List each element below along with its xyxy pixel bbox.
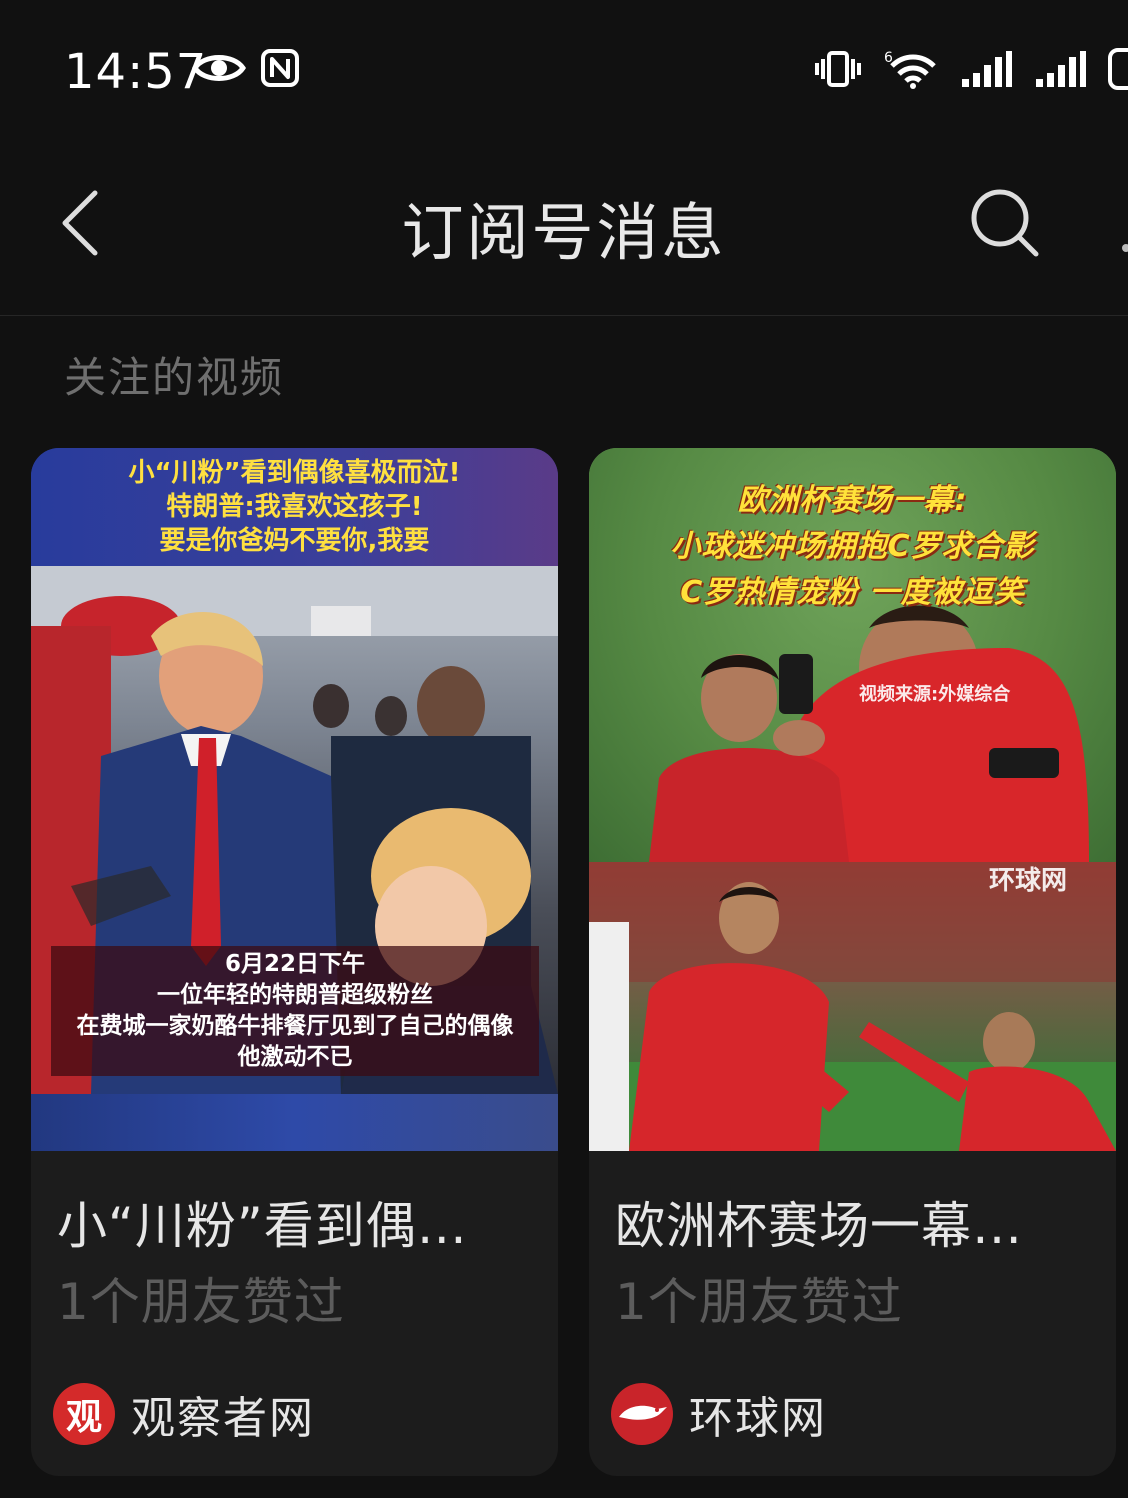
- thumbnail-banner: 欧洲杯赛场一幕: 小球迷冲场拥抱C罗求合影 C罗热情宠粉 一度被逗笑: [589, 478, 1116, 616]
- video-title[interactable]: 小“川粉”看到偶…: [57, 1186, 468, 1258]
- source-avatar: [611, 1383, 673, 1445]
- search-icon: [968, 186, 1042, 264]
- thumbnail-banner-line: 要是你爸妈不要你,我要: [159, 526, 430, 556]
- nav-bar: 订阅号消息: [0, 140, 1128, 316]
- eye-icon: [192, 48, 246, 92]
- battery-icon: [1108, 48, 1128, 94]
- thumbnail-watermark: 环球网: [989, 866, 1068, 896]
- signal-icon: [960, 49, 1012, 93]
- video-card[interactable]: 欧洲杯赛场一幕: 小球迷冲场拥抱C罗求合影 C罗热情宠粉 一度被逗笑 视频来源:…: [589, 448, 1116, 1476]
- video-card[interactable]: 小“川粉”看到偶像喜极而泣! 特朗普:我喜欢这孩子! 要是你爸妈不要你,我要 6…: [31, 448, 558, 1476]
- nfc-icon: [260, 48, 300, 92]
- signal-icon: [1034, 49, 1086, 93]
- thumbnail-banner-line: 欧洲杯赛场一幕:: [737, 483, 968, 518]
- section-title: 关注的视频: [64, 353, 285, 402]
- thumbnail-banner-line: 小球迷冲场拥抱C罗求合影: [670, 529, 1035, 564]
- vibrate-icon: [814, 49, 862, 93]
- thumbnail-banner-line: 小“川粉”看到偶像喜极而泣!: [128, 458, 461, 488]
- more-button[interactable]: [1112, 230, 1128, 270]
- source-avatar: 观: [53, 1383, 115, 1445]
- page-title: 订阅号消息: [401, 196, 727, 269]
- scene-illustration: [589, 862, 1116, 1151]
- thumbnail-caption-line: 一位年轻的特朗普超级粉丝: [157, 982, 433, 1008]
- status-time: 14:57: [64, 44, 208, 100]
- thumbnail-caption-line: 6月22日下午: [224, 951, 365, 977]
- thumbnail-bottom-band: [31, 1094, 558, 1151]
- thumbnail-top-scene: 欧洲杯赛场一幕: 小球迷冲场拥抱C罗求合影 C罗热情宠粉 一度被逗笑 视频来源:…: [589, 448, 1116, 862]
- thumbnail-banner: 小“川粉”看到偶像喜极而泣! 特朗普:我喜欢这孩子! 要是你爸妈不要你,我要: [31, 448, 558, 566]
- thumbnail-bottom-scene: [589, 862, 1116, 1151]
- source-account[interactable]: 观 观察者网: [53, 1382, 315, 1446]
- thumbnail-source-note: 视频来源:外媒综合: [859, 684, 1011, 705]
- status-left-icons: [192, 48, 300, 92]
- thumbnail-banner-line: C罗热情宠粉 一度被逗笑: [680, 575, 1025, 610]
- more-dots-icon: [1122, 244, 1128, 252]
- huanqiu-logo-icon: [611, 1383, 673, 1445]
- friend-likes-text: 1个朋友赞过: [57, 1273, 345, 1331]
- wifi-icon: 6: [884, 48, 938, 94]
- source-name: 观察者网: [131, 1393, 315, 1444]
- thumbnail-scene: 6月22日下午 一位年轻的特朗普超级粉丝 在费城一家奶酪牛排餐厅见到了自己的偶像…: [31, 566, 558, 1094]
- status-right-icons: 6: [814, 48, 1128, 94]
- search-button[interactable]: [960, 180, 1050, 270]
- source-avatar-char: 观: [65, 1396, 102, 1438]
- source-name: 环球网: [689, 1393, 827, 1444]
- source-account[interactable]: 环球网: [611, 1382, 827, 1446]
- video-thumbnail[interactable]: 欧洲杯赛场一幕: 小球迷冲场拥抱C罗求合影 C罗热情宠粉 一度被逗笑 视频来源:…: [589, 448, 1116, 1151]
- video-title[interactable]: 欧洲杯赛场一幕…: [615, 1186, 1023, 1258]
- thumbnail-banner-line: 特朗普:我喜欢这孩子!: [166, 492, 423, 522]
- status-bar: 14:57 6: [0, 0, 1128, 140]
- friend-likes-text: 1个朋友赞过: [615, 1273, 903, 1331]
- thumbnail-caption-line: 在费城一家奶酪牛排餐厅见到了自己的偶像: [76, 1013, 514, 1039]
- thumbnail-caption-line: 他激动不已: [237, 1044, 353, 1070]
- video-thumbnail[interactable]: 小“川粉”看到偶像喜极而泣! 特朗普:我喜欢这孩子! 要是你爸妈不要你,我要 6…: [31, 448, 558, 1151]
- thumbnail-caption: 6月22日下午 一位年轻的特朗普超级粉丝 在费城一家奶酪牛排餐厅见到了自己的偶像…: [51, 946, 539, 1076]
